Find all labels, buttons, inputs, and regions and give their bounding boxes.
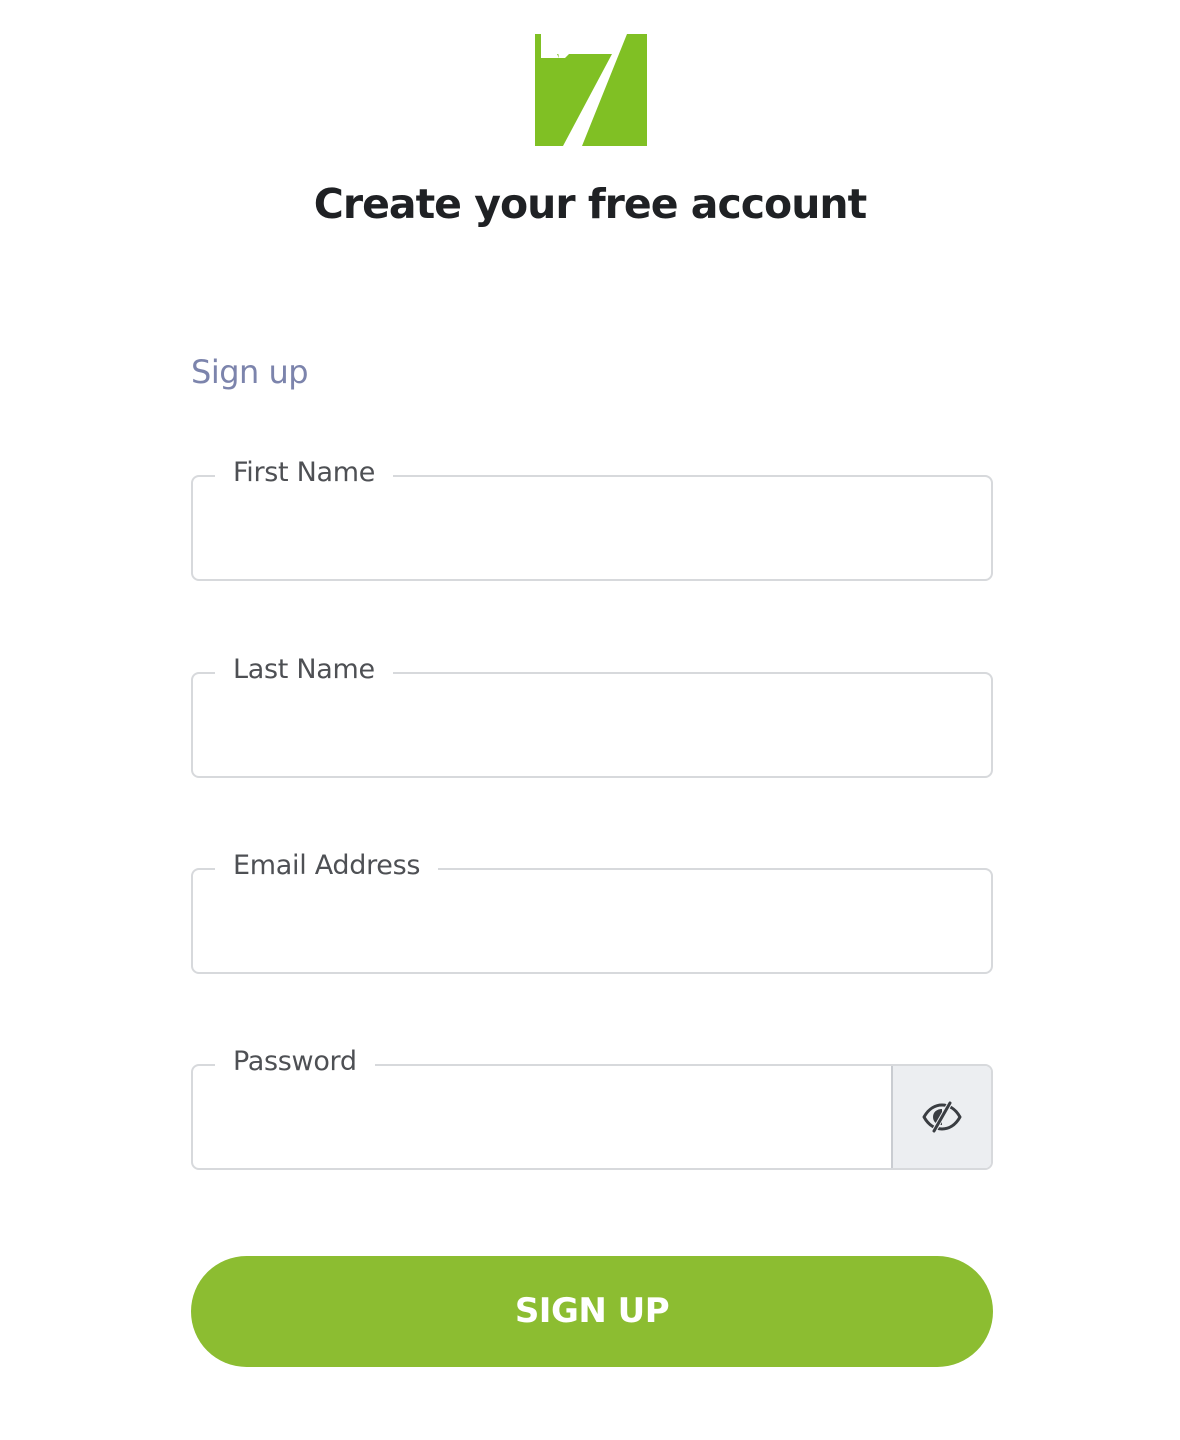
first-name-input[interactable] bbox=[213, 517, 971, 563]
password-label: Password bbox=[215, 1040, 375, 1084]
first-name-label: First Name bbox=[215, 451, 394, 495]
seven-logo-icon bbox=[535, 34, 647, 146]
password-input[interactable] bbox=[213, 1106, 871, 1152]
toggle-password-visibility-button[interactable] bbox=[891, 1066, 991, 1168]
email-field: Email Address bbox=[191, 844, 993, 974]
password-field: Password bbox=[191, 1040, 993, 1170]
page-title: Create your free account bbox=[313, 180, 867, 228]
last-name-label: Last Name bbox=[215, 648, 393, 692]
eye-slash-icon bbox=[922, 1101, 962, 1133]
form-heading: Sign up bbox=[191, 353, 309, 391]
first-name-field: First Name bbox=[191, 451, 993, 581]
last-name-field: Last Name bbox=[191, 648, 993, 778]
last-name-input[interactable] bbox=[213, 714, 971, 760]
email-label: Email Address bbox=[215, 844, 439, 888]
sign-up-button[interactable]: SIGN UP bbox=[191, 1256, 993, 1367]
email-input[interactable] bbox=[213, 910, 971, 956]
